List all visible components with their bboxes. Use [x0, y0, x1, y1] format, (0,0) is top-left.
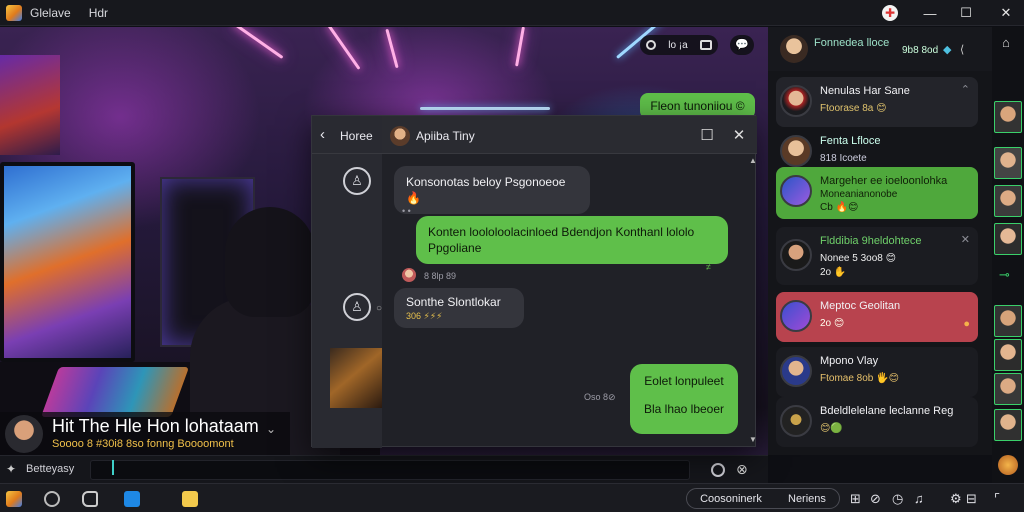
message-time: ≠ [706, 262, 711, 272]
task-view-icon[interactable] [82, 491, 98, 507]
edge-browser-icon[interactable] [124, 491, 140, 507]
notification-icon[interactable]: ⌜ [994, 491, 1000, 507]
emoji-icon[interactable] [711, 463, 725, 477]
message-input-bar: ✦ Betteyasy ⊗ [0, 455, 768, 483]
close-chat-button[interactable]: ✕ [728, 124, 750, 146]
record-icon[interactable] [646, 40, 657, 50]
contact-avatar [780, 175, 812, 207]
group-icon[interactable]: ♙ [343, 293, 371, 321]
contact-avatar [780, 355, 812, 387]
network-icon[interactable]: ⊘ [870, 491, 881, 507]
contact-avatar [780, 85, 812, 117]
rgb-keyboard [40, 367, 190, 417]
search-icon[interactable] [44, 491, 60, 507]
app-launcher-icon[interactable] [6, 491, 22, 507]
contact-avatar [780, 135, 812, 167]
file-explorer-icon[interactable] [182, 491, 198, 507]
input-label: Betteyasy [26, 463, 75, 475]
contact-item[interactable]: Bdeldlelelane leclanne Reg 😊🟢 [776, 397, 978, 447]
settings-icon[interactable]: ⚙ [950, 491, 962, 507]
stream-title: Hit The Hle Hon lohataam [52, 416, 259, 436]
side-strip: ⌂ ⊸ [992, 27, 1024, 483]
chat-header: Apiiba Tiny ☐ ✕ [382, 116, 757, 154]
message-meta: 8 8lp 89 [424, 271, 457, 281]
contact-avatar [780, 405, 812, 437]
chat-bubble-icon[interactable]: 💬 [730, 35, 754, 55]
message-time: Oso 8⊘ [584, 392, 616, 402]
contact-avatar [780, 239, 812, 271]
chat-scrollbar[interactable]: ▲ ▼ [749, 156, 757, 444]
chevron-down-icon[interactable]: ⌄ [266, 422, 276, 436]
close-button[interactable]: ✕ [988, 0, 1024, 26]
game-monitor [0, 162, 135, 362]
maximize-chat-button[interactable]: ☐ [696, 124, 718, 146]
contact-item[interactable]: Flddibia 9heldohtece Nonee 5 3oo8 😊 2o ✋… [776, 227, 978, 285]
tab-label[interactable]: Hdr [89, 6, 108, 20]
connect-icon[interactable]: ⊸ [999, 267, 1010, 283]
share-icon[interactable]: ⟨ [960, 43, 964, 56]
camera-icon[interactable] [699, 40, 712, 50]
profile-name: Fonnedea lloce [814, 37, 890, 49]
contacts-header: Fonnedea lloce 9b8 8od ◆ ⟨ [768, 27, 992, 71]
sender-avatar [402, 268, 416, 282]
message-incoming[interactable]: Sonthe Slontlokar 306 ⚡⚡⚡ [394, 288, 524, 328]
diamond-icon: ◆ [943, 44, 952, 56]
close-icon[interactable]: ✕ [961, 233, 970, 246]
app-logo-icon [6, 4, 22, 21]
stream-info-overlay: Hit The Hle Hon lohataam Soooo 8 #30i8 8… [0, 412, 290, 456]
app-name: Glelave [30, 5, 71, 20]
message-outgoing[interactable]: Eolet lonpuleet Bla lhao lbeoer [630, 364, 738, 434]
title-bar: Glelave Hdr ✚ — ☐ ✕ [0, 0, 1024, 26]
taskbar: Coosoninerk Neriens ⊞ ⊘ ◷ ♫ ⚙ ⊟ ⌜ [0, 483, 1024, 512]
contact-item-active[interactable]: Margeher ee ioeloonlohka Moneanianonobe … [776, 167, 978, 219]
contact-item-alert[interactable]: Meptoc Geolitan 2o 😊 ● [776, 292, 978, 342]
volume-icon[interactable]: ♫ [914, 491, 924, 506]
back-label[interactable]: Horee [340, 129, 373, 143]
streamer-headset [225, 207, 315, 317]
scene-controls[interactable]: lo ¡a [640, 35, 718, 55]
language-icon[interactable]: ⊟ [966, 491, 977, 507]
grid-icon[interactable]: ⊞ [850, 491, 861, 507]
scene-status: lo ¡a [668, 39, 688, 51]
contact-name[interactable]: Apiiba Tiny [416, 129, 475, 143]
message-incoming[interactable]: Konsonotas beloy Psgonoeoe 🔥 [394, 166, 590, 214]
home-icon[interactable]: ⌂ [1002, 35, 1010, 50]
chat-sidebar: ‹ Horee ♙ ♙ ○ [312, 116, 382, 448]
star-icon[interactable]: ✦ [6, 462, 16, 476]
chat-window: ‹ Horee ♙ ♙ ○ Apiiba Tiny ☐ ✕ Konsonotas… [311, 115, 757, 448]
contact-avatar[interactable] [390, 126, 410, 146]
status-orb-icon[interactable] [998, 455, 1018, 475]
send-icon[interactable]: ⊗ [736, 461, 748, 478]
clock-icon[interactable]: ◷ [892, 491, 903, 507]
contact-avatar [780, 300, 812, 332]
user-icon[interactable]: ♙ [343, 167, 371, 195]
profile-time: 9b8 8od [902, 45, 939, 56]
text-caret [112, 460, 114, 475]
streamer-avatar[interactable] [5, 415, 43, 453]
contact-item[interactable]: Mpono Vlay Ftomae 8ob 🖐😊 [776, 347, 978, 397]
update-icon[interactable]: ✚ [872, 0, 908, 26]
maximize-button[interactable]: ☐ [948, 0, 984, 26]
contact-item[interactable]: Nenulas Har Sane Ftoorase 8a 😊 ⌃ [776, 77, 978, 127]
wall-poster [0, 55, 60, 155]
back-arrow-icon[interactable]: ‹ [320, 126, 325, 143]
taskbar-pill[interactable]: Coosoninerk Neriens [686, 488, 840, 509]
message-outgoing[interactable]: Konten loololoolacinloed Bdendjon Kontha… [416, 216, 728, 264]
message-input[interactable] [90, 460, 690, 480]
minimize-button[interactable]: — [912, 0, 948, 26]
close-icon[interactable]: ⌃ [961, 83, 970, 96]
media-thumbnail[interactable] [330, 348, 382, 408]
profile-avatar[interactable] [780, 35, 808, 63]
stream-subtitle: Soooo 8 #30i8 8so fonng Boooomont [52, 438, 234, 450]
contacts-panel: Fonnedea lloce 9b8 8od ◆ ⟨ Nenulas Har S… [768, 27, 992, 455]
